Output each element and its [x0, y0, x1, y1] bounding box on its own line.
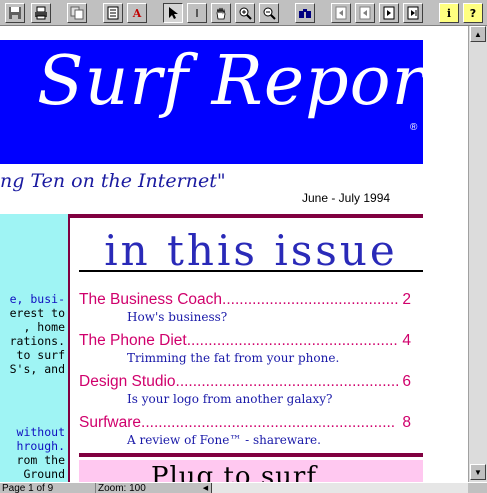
text-view-button[interactable] — [103, 3, 123, 23]
help-icon: ? — [469, 6, 477, 20]
zoom-in-icon — [239, 7, 252, 20]
sidebar-line: erest to — [9, 306, 65, 320]
sidebar-line: without — [16, 425, 65, 439]
scroll-up-icon: ▲ — [474, 29, 482, 39]
plug-text: Plug to surf — [151, 462, 317, 482]
toc-item-title: Design Studio — [79, 373, 176, 390]
copy-button[interactable] — [67, 3, 87, 23]
hand-icon — [216, 7, 226, 20]
last-page-icon — [407, 6, 419, 20]
toc-item-title: Surfware — [79, 414, 142, 431]
zoom-out-icon — [263, 7, 276, 20]
sidebar-column: e, busi- erest to , home rations. to sur… — [0, 214, 68, 482]
scroll-left-icon: ◀ — [202, 485, 209, 492]
toc-leader: ........................................… — [175, 373, 399, 390]
toc-bottom-rule — [79, 453, 423, 457]
masthead: Surf Report ® — [0, 40, 452, 164]
sidebar-line: rom the — [16, 453, 65, 467]
sidebar-line: rations. — [9, 334, 65, 348]
document-view[interactable]: Surf Report ® ng Ten on the Internet" Ju… — [0, 26, 468, 482]
last-page-button[interactable] — [403, 3, 423, 23]
sidebar-line: to surf — [16, 348, 65, 362]
print-button[interactable] — [31, 3, 51, 23]
toc-item-page: 6 — [402, 373, 411, 390]
select-tool-button[interactable] — [163, 3, 183, 23]
toc-item-subtitle: How's business? — [127, 310, 228, 324]
next-page-icon — [383, 6, 395, 20]
issue-date: June - July 1994 — [302, 191, 391, 205]
next-page-button[interactable] — [379, 3, 399, 23]
plug-banner: Plug to surf — [79, 460, 423, 482]
scroll-left-button[interactable]: ◀ — [200, 483, 212, 493]
toc-leader: ........................................… — [222, 291, 399, 308]
toc-item-page: 8 — [402, 414, 411, 431]
first-page-icon — [335, 6, 347, 20]
find-text-icon: A — [132, 6, 142, 20]
vertical-scrollbar[interactable]: ▲ ▼ — [468, 26, 487, 482]
previous-page-icon — [359, 6, 371, 20]
toc-item-title: The Phone Diet — [79, 332, 187, 349]
copy-icon — [70, 6, 84, 20]
hand-tool-button[interactable] — [211, 3, 231, 23]
sidebar-line: e, busi- — [9, 292, 65, 306]
toc-leader: ........................................… — [141, 414, 396, 431]
sidebar-line: Ground — [23, 467, 65, 481]
toc-item[interactable]: The Phone Diet .........................… — [79, 332, 411, 350]
page-indicator: Page 1 of 9 — [2, 483, 54, 493]
toc-item-page: 2 — [402, 291, 411, 308]
print-icon — [35, 6, 47, 20]
text-select-tool-button[interactable]: I — [187, 3, 207, 23]
tagline: ng Ten on the Internet" — [0, 170, 226, 192]
toolbar: A I i ? — [0, 0, 487, 26]
binoculars-icon — [299, 9, 311, 18]
toc-leader: ........................................… — [186, 332, 399, 349]
masthead-title: Surf Report — [37, 42, 454, 121]
sidebar-line: S's, and — [9, 362, 65, 376]
save-icon — [9, 7, 21, 19]
text-view-icon — [107, 6, 119, 20]
select-arrow-icon — [169, 7, 178, 19]
scroll-down-icon: ▼ — [474, 467, 482, 477]
toc-item-title: The Business Coach — [79, 291, 223, 308]
zoom-in-button[interactable] — [235, 3, 255, 23]
toc-item[interactable]: Surfware ...............................… — [79, 414, 411, 432]
toc-item-subtitle: Trimming the fat from your phone. — [127, 351, 340, 365]
first-page-button[interactable] — [331, 3, 351, 23]
section-heading: in this issue — [104, 226, 398, 275]
toc-item[interactable]: The Business Coach .....................… — [79, 291, 411, 309]
horizontal-scrollbar[interactable] — [200, 483, 468, 493]
info-icon: i — [446, 6, 452, 20]
registered-mark: ® — [410, 122, 418, 133]
heading-rule — [79, 270, 423, 272]
info-button[interactable]: i — [439, 3, 459, 23]
scroll-up-button[interactable]: ▲ — [470, 26, 486, 42]
sidebar-line: , home — [23, 320, 65, 334]
help-button[interactable]: ? — [463, 3, 483, 23]
find-button[interactable] — [295, 3, 315, 23]
find-text-button[interactable]: A — [127, 3, 147, 23]
text-cursor-icon: I — [195, 6, 199, 20]
zoom-indicator[interactable]: Zoom: 100 — [95, 483, 146, 493]
previous-page-button[interactable] — [355, 3, 375, 23]
scroll-down-button[interactable]: ▼ — [470, 464, 486, 480]
status-bar: Page 1 of 9 Zoom: 100 ◀ — [0, 482, 487, 493]
toc-item-subtitle: A review of Fone™ - shareware. — [127, 433, 321, 447]
toc-item[interactable]: Design Studio ..........................… — [79, 373, 411, 391]
save-button[interactable] — [5, 3, 25, 23]
toc-item-subtitle: Is your logo from another galaxy? — [127, 392, 333, 406]
toc-item-page: 4 — [402, 332, 411, 349]
sidebar-border — [68, 214, 70, 482]
sidebar-line: hrough. — [16, 439, 65, 453]
zoom-out-button[interactable] — [259, 3, 279, 23]
